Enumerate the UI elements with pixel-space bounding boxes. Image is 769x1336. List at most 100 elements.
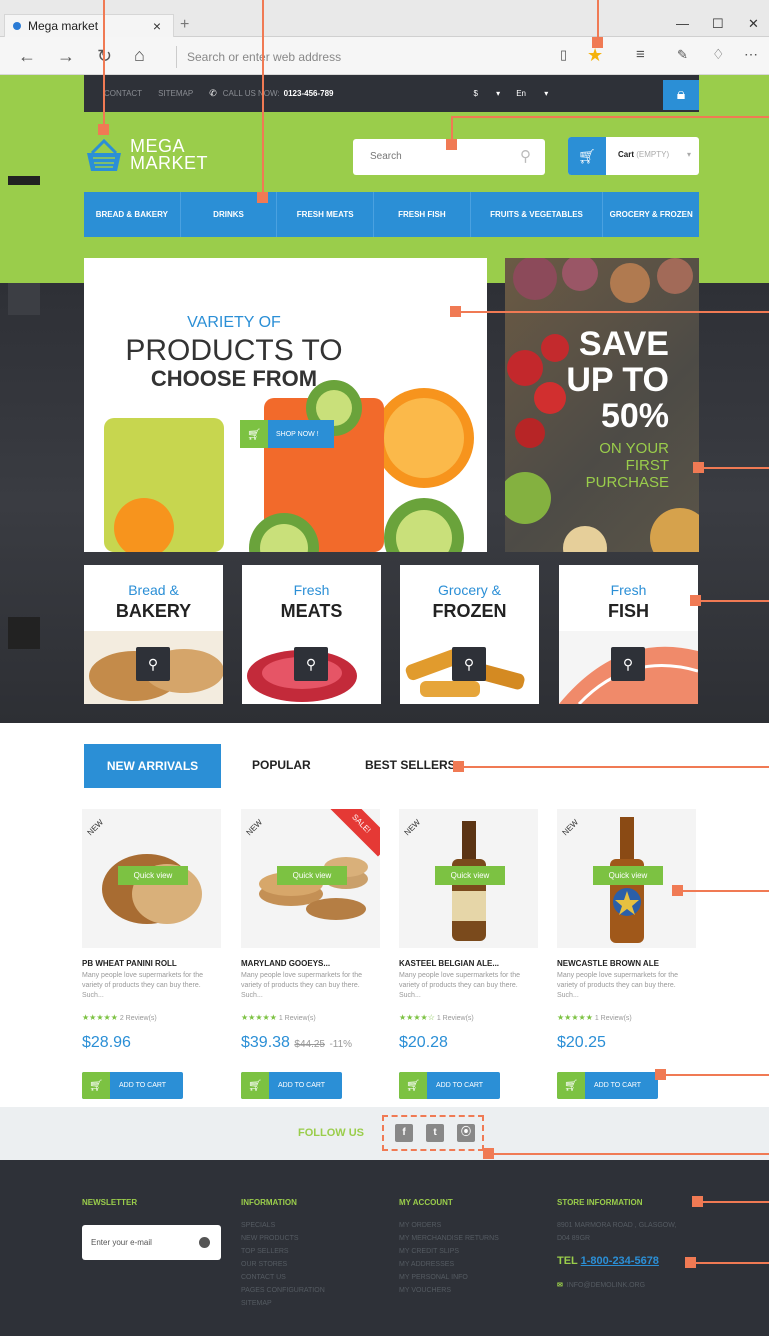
- cookies-image: [259, 857, 368, 920]
- back-icon[interactable]: ←: [18, 46, 36, 67]
- category-box-bakery[interactable]: Bread & BAKERY ⚲: [84, 565, 223, 704]
- quick-view-button[interactable]: Quick view: [593, 866, 663, 885]
- cart-dropdown[interactable]: 🛒︎ Cart (EMPTY) ▾: [568, 137, 699, 175]
- envelope-icon: ✉: [557, 1282, 563, 1289]
- share-icon[interactable]: ♢: [712, 46, 725, 63]
- my-account-title: MY ACCOUNT: [399, 1198, 453, 1207]
- product-name[interactable]: KASTEEL BELGIAN ALE...: [399, 959, 549, 968]
- phone-number: 0123-456-789: [283, 89, 334, 98]
- nav-item-fruits-vegetables[interactable]: FRUITS & VEGETABLES: [471, 192, 604, 237]
- maximize-icon[interactable]: ☐: [712, 16, 724, 32]
- store-email[interactable]: ✉ INFO@DEMOLINK.ORG: [557, 1281, 645, 1289]
- nav-item-fresh-meats[interactable]: FRESH MEATS: [277, 192, 375, 237]
- promo-line1: SAVE: [578, 325, 669, 363]
- product-name[interactable]: PB WHEAT PANINI ROLL: [82, 959, 232, 968]
- shop-now-button[interactable]: 🛒︎ SHOP NOW !: [240, 420, 334, 448]
- product-image[interactable]: NEW Quick view: [399, 809, 538, 948]
- forward-icon[interactable]: →: [57, 46, 75, 67]
- sitemap-link[interactable]: SITEMAP: [158, 89, 193, 98]
- site-logo[interactable]: MEGA MARKET: [84, 135, 208, 175]
- zoom-icon[interactable]: ⚲: [452, 647, 486, 681]
- quick-view-button[interactable]: Quick view: [118, 866, 188, 885]
- note-icon[interactable]: ✎: [677, 47, 688, 63]
- nav-item-fresh-fish[interactable]: FRESH FISH: [374, 192, 471, 237]
- footer-link[interactable]: MY CREDIT SLIPS: [399, 1245, 499, 1258]
- home-icon[interactable]: ⌂: [134, 45, 145, 66]
- store-phone: TEL 1-800-234-5678: [557, 1255, 659, 1267]
- lock-icon[interactable]: 🔒︎: [663, 80, 699, 110]
- facebook-icon[interactable]: f: [395, 1124, 413, 1142]
- account-links: MY ORDERS MY MERCHANDISE RETURNS MY CRED…: [399, 1219, 499, 1297]
- minimize-icon[interactable]: —: [676, 16, 689, 31]
- category-box-meats[interactable]: Fresh MEATS ⚲: [242, 565, 381, 704]
- callout-line: [452, 116, 769, 118]
- product-name[interactable]: NEWCASTLE BROWN ALE: [557, 959, 707, 968]
- tab-popular[interactable]: POPULAR: [252, 758, 311, 772]
- call-label: CALL US NOW:: [222, 89, 280, 98]
- footer-link[interactable]: SPECIALS: [241, 1219, 325, 1232]
- submit-arrow-icon[interactable]: [199, 1237, 210, 1248]
- newsletter-title: NEWSLETTER: [82, 1198, 138, 1207]
- zoom-icon[interactable]: ⚲: [294, 647, 328, 681]
- browser-tab[interactable]: Mega market ×: [4, 14, 174, 37]
- hero-line1: VARIETY OF: [187, 314, 281, 331]
- category-box-fish[interactable]: Fresh FISH ⚲: [559, 565, 698, 704]
- add-to-cart-button[interactable]: 🛒︎ ADD TO CART: [82, 1072, 183, 1099]
- footer-link[interactable]: NEW PRODUCTS: [241, 1232, 325, 1245]
- category-box-top: Grocery &: [437, 582, 501, 598]
- product-name[interactable]: MARYLAND GOOEYS...: [241, 959, 391, 968]
- language-select[interactable]: En ▾: [516, 89, 548, 98]
- callout-marker: [692, 1196, 703, 1207]
- footer-link[interactable]: MY MERCHANDISE RETURNS: [399, 1232, 499, 1245]
- tab-best-sellers[interactable]: BEST SELLERS: [365, 758, 456, 772]
- phone-link[interactable]: 1-800-234-5678: [581, 1255, 659, 1267]
- currency-select[interactable]: $ ▾: [473, 89, 500, 98]
- twitter-icon[interactable]: t: [426, 1124, 444, 1142]
- hero-banner[interactable]: VARIETY OF PRODUCTS TO CHOOSE FROM: [84, 258, 487, 552]
- callout-marker: [592, 37, 603, 48]
- close-tab-icon[interactable]: ×: [153, 18, 161, 34]
- footer-link[interactable]: MY ORDERS: [399, 1219, 499, 1232]
- footer-link[interactable]: TOP SELLERS: [241, 1245, 325, 1258]
- zoom-icon[interactable]: ⚲: [611, 647, 645, 681]
- footer-link[interactable]: SITEMAP: [241, 1297, 325, 1310]
- new-tab-icon[interactable]: +: [180, 16, 189, 34]
- hero-line2: PRODUCTS TO: [125, 334, 343, 367]
- product-description: Many people love supermarkets for the va…: [82, 972, 204, 999]
- category-box-frozen[interactable]: Grocery & FROZEN ⚲: [400, 565, 539, 704]
- window-close-icon[interactable]: ✕: [748, 16, 759, 32]
- category-box-top: Bread &: [128, 582, 179, 598]
- footer-link[interactable]: OUR STORES: [241, 1258, 325, 1271]
- newsletter-email-input[interactable]: Enter your e-mail: [82, 1225, 221, 1260]
- category-box-top: Fresh: [293, 582, 330, 598]
- nav-item-grocery-frozen[interactable]: GROCERY & FROZEN: [603, 192, 699, 237]
- product-image[interactable]: NEW SALE! Quick view: [241, 809, 380, 948]
- quick-view-button[interactable]: Quick view: [277, 866, 347, 885]
- nav-item-bread-bakery[interactable]: BREAD & BAKERY: [84, 192, 181, 237]
- zoom-icon[interactable]: ⚲: [136, 647, 170, 681]
- add-to-cart-button[interactable]: 🛒︎ ADD TO CART: [241, 1072, 342, 1099]
- footer-link[interactable]: CONTACT US: [241, 1271, 325, 1284]
- callout-line: [488, 1153, 769, 1155]
- promo-banner[interactable]: SAVE UP TO 50% ON YOUR FIRST PURCHASE: [505, 258, 699, 552]
- contact-link[interactable]: CONTACT: [104, 89, 142, 98]
- rss-icon[interactable]: ⦿: [457, 1124, 475, 1142]
- footer-link[interactable]: PAGES CONFIGURATION: [241, 1284, 325, 1297]
- address-input[interactable]: Search or enter web address: [176, 46, 556, 68]
- hub-icon[interactable]: ≡: [636, 46, 645, 63]
- footer-link[interactable]: MY VOUCHERS: [399, 1284, 499, 1297]
- search-icon[interactable]: ⚲: [520, 139, 531, 175]
- more-icon[interactable]: ⋯: [744, 46, 758, 63]
- tab-title: Mega market: [28, 19, 99, 33]
- quick-view-button[interactable]: Quick view: [435, 866, 505, 885]
- tab-new-arrivals[interactable]: NEW ARRIVALS: [84, 744, 221, 788]
- add-to-cart-button[interactable]: 🛒︎ ADD TO CART: [399, 1072, 500, 1099]
- footer-link[interactable]: MY PERSONAL INFO: [399, 1271, 499, 1284]
- footer-link[interactable]: MY ADDRESSES: [399, 1258, 499, 1271]
- product-image[interactable]: NEW Quick view: [82, 809, 221, 948]
- product-image[interactable]: NEW Quick view: [557, 809, 696, 948]
- reading-view-icon[interactable]: ▯: [560, 47, 567, 63]
- cart-status: (EMPTY): [636, 150, 670, 159]
- add-to-cart-button[interactable]: 🛒︎ ADD TO CART: [557, 1072, 658, 1099]
- favorite-star-icon[interactable]: ★: [587, 45, 603, 66]
